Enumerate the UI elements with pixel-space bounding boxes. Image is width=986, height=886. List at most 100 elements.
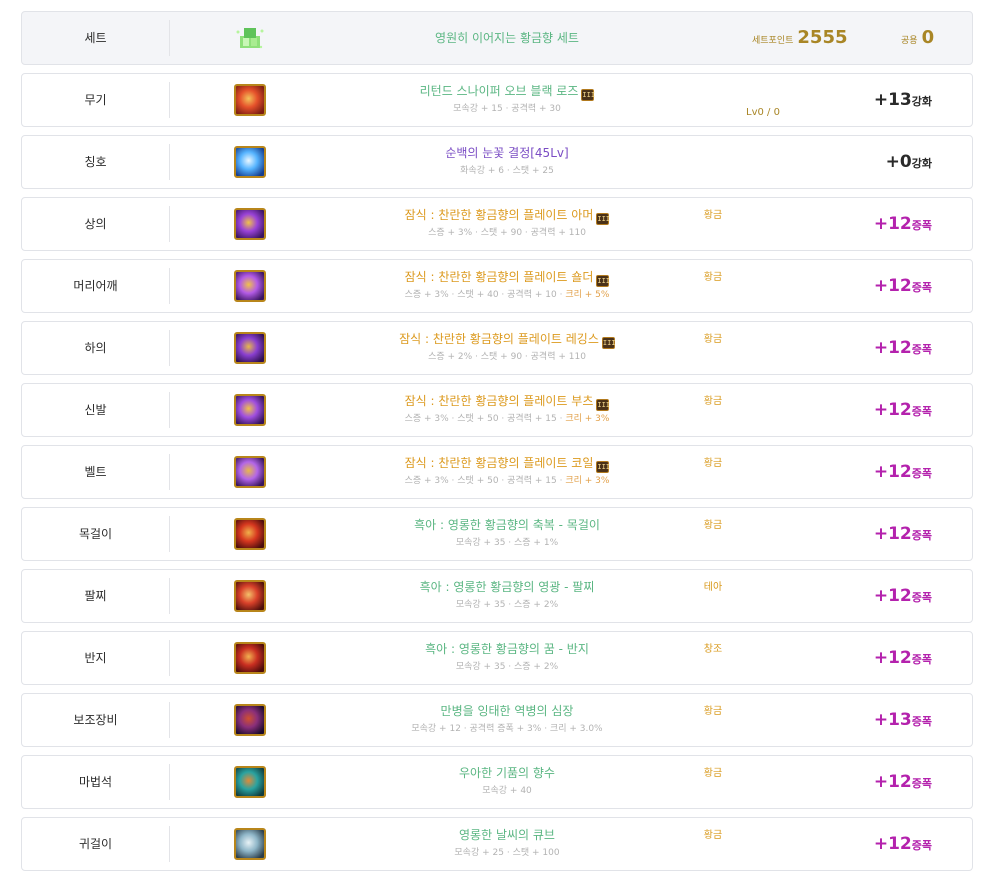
equipment-row[interactable]: 보조장비 만병을 잉태한 역병의 심장 모속강 + 12 · 공격력 증폭 + 3%… — [21, 693, 973, 747]
item-info: 잠식 : 찬란한 황금향의 플레이트 아머 III 스증 + 3% · 스탯 + 9… — [322, 198, 692, 250]
weapon-red-icon[interactable] — [234, 84, 266, 116]
grade-label: 황금 — [703, 706, 723, 717]
divider — [169, 330, 170, 366]
stat-value: 스탯 + 90 — [480, 228, 523, 238]
belt-purple-icon[interactable] — [234, 456, 266, 488]
item-name-text[interactable]: 만병을 잉태한 역병의 심장 — [441, 704, 574, 718]
equipment-row[interactable]: 반지 흑아 : 영롱한 황금향의 꿈 - 반지 모속강 + 35 · 스증 + 2%… — [21, 631, 973, 685]
equipment-row[interactable]: 하의 잠식 : 찬란한 황금향의 플레이트 레깅스 III 스증 + 2% · 스탯 … — [21, 321, 973, 375]
boots-purple-icon[interactable] — [234, 394, 266, 426]
magicstone-teal-icon[interactable] — [234, 766, 266, 798]
enhancement: +12증폭 — [874, 260, 932, 312]
stat-separator: · — [498, 414, 508, 424]
enhancement: +12증폭 — [874, 198, 932, 250]
item-stats: 스증 + 3% · 스탯 + 40 · 공격력 + 10 · 크리 + 5% — [322, 289, 692, 301]
enhancement-type: 강화 — [911, 157, 932, 170]
equipment-row[interactable]: 칭호 순백의 눈꽃 결정[45Lv] 화속강 + 6 · 스탯 + 25 +0강화 — [21, 135, 973, 189]
enhancement-value: +12 — [873, 586, 912, 606]
armor-purple-icon[interactable] — [234, 208, 266, 240]
legs-purple-icon[interactable] — [234, 332, 266, 364]
equipment-row[interactable]: 마법석 우아한 기품의 향수 모속강 + 40 황금 +12증폭 — [21, 755, 973, 809]
enhancement: +12증폭 — [874, 818, 932, 870]
item-name-text[interactable]: 잠식 : 찬란한 황금향의 플레이트 레깅스 — [399, 332, 599, 346]
slot-label: 무기 — [84, 93, 107, 107]
divider — [169, 764, 170, 800]
item-stats: 모속강 + 35 · 스증 + 2% — [322, 599, 692, 611]
item-name-text[interactable]: 흑아 : 영롱한 황금향의 영광 - 팔찌 — [420, 580, 595, 594]
enhancement-value: +0 — [885, 152, 912, 172]
item-name[interactable]: 잠식 : 찬란한 황금향의 플레이트 숄더 III — [322, 269, 692, 287]
item-name-text[interactable]: 순백의 눈꽃 결정[45Lv] — [445, 146, 568, 160]
stat-value: 스탯 + 50 — [457, 476, 499, 486]
equipment-row[interactable]: 신발 잠식 : 찬란한 황금향의 플레이트 부츠 III 스증 + 3% · 스탯 +… — [21, 383, 973, 437]
divider — [169, 268, 170, 304]
equipment-row[interactable]: 무기 리턴드 스나이퍼 오브 블랙 로즈 III 모속강 + 15 · 공격력 + 3… — [21, 73, 973, 127]
divider — [169, 82, 170, 118]
divider — [169, 826, 170, 862]
necklace-red-icon[interactable] — [234, 518, 266, 550]
stat-value: 모속강 + 35 — [455, 662, 506, 672]
item-name-text[interactable]: 흑아 : 영롱한 황금향의 꿈 - 반지 — [425, 642, 589, 656]
equipment-row[interactable]: 머리어깨 잠식 : 찬란한 황금향의 플레이트 숄더 III 스증 + 3% · 스탯… — [21, 259, 973, 313]
item-info: 흑아 : 영롱한 황금향의 축복 - 목걸이 모속강 + 35 · 스증 + 1% — [322, 508, 692, 560]
heart-dark-icon[interactable] — [234, 704, 266, 736]
enhancement-value: +13 — [873, 710, 912, 730]
shoulder-purple-icon[interactable] — [234, 270, 266, 302]
common-count: 공용 0 — [901, 12, 934, 64]
item-name[interactable]: 잠식 : 찬란한 황금향의 플레이트 아머 III — [322, 207, 692, 225]
item-name[interactable]: 잠식 : 찬란한 황금향의 플레이트 레깅스 III — [322, 331, 692, 349]
item-name[interactable]: 우아한 기품의 향수 — [322, 765, 692, 781]
item-name-text[interactable]: 리턴드 스나이퍼 오브 블랙 로즈 — [420, 84, 579, 98]
set-name[interactable]: 영원히 이어지는 황금향 세트 — [322, 12, 692, 64]
item-name[interactable]: 순백의 눈꽃 결정[45Lv] — [322, 145, 692, 161]
item-name[interactable]: 잠식 : 찬란한 황금향의 플레이트 부츠 III — [322, 393, 692, 411]
stat-value: 크리 + 3% — [565, 414, 610, 424]
equipment-row[interactable]: 귀걸이 영롱한 날씨의 큐브 모속강 + 25 · 스탯 + 100 황금 +12증폭 — [21, 817, 973, 871]
stat-separator: · — [541, 724, 550, 734]
stat-value: 모속강 + 35 — [455, 538, 506, 548]
equipment-row[interactable]: 팔찌 흑아 : 영롱한 황금향의 영광 - 팔찌 모속강 + 35 · 스증 + 2… — [21, 569, 973, 623]
enhancement-type: 증폭 — [911, 343, 932, 356]
enhancement-value: +12 — [873, 834, 912, 854]
slot-label: 상의 — [84, 217, 107, 231]
set-point-label: 세트포인트 — [752, 36, 794, 46]
item-name[interactable]: 리턴드 스나이퍼 오브 블랙 로즈 III — [322, 83, 692, 101]
tier-badge: III — [596, 275, 611, 287]
item-name-text[interactable]: 우아한 기품의 향수 — [459, 766, 555, 780]
item-name[interactable]: 흑아 : 영롱한 황금향의 꿈 - 반지 — [322, 641, 692, 657]
set-row[interactable]: 세트 영원히 이어지는 황금향 세트 세트포인트 2555 공용 0 — [21, 11, 973, 65]
item-name[interactable]: 영롱한 날씨의 큐브 — [322, 827, 692, 843]
tier-badge: III — [581, 89, 596, 101]
item-name-text[interactable]: 흑아 : 영롱한 황금향의 축복 - 목걸이 — [414, 518, 600, 532]
earring-cube-icon[interactable] — [234, 828, 266, 860]
item-name-text[interactable]: 잠식 : 찬란한 황금향의 플레이트 코일 — [405, 456, 594, 470]
equipment-row[interactable]: 벨트 잠식 : 찬란한 황금향의 플레이트 코일 III 스증 + 3% · 스탯 +… — [21, 445, 973, 499]
common-label: 공용 — [901, 36, 918, 46]
slot-label: 목걸이 — [78, 527, 113, 541]
item-info: 순백의 눈꽃 결정[45Lv] 화속강 + 6 · 스탯 + 25 — [322, 136, 692, 188]
stat-separator: · — [503, 848, 513, 858]
enhancement: +13증폭 — [874, 694, 932, 746]
item-name[interactable]: 잠식 : 찬란한 황금향의 플레이트 코일 III — [322, 455, 692, 473]
item-name[interactable]: 만병을 잉태한 역병의 심장 — [322, 703, 692, 719]
equipment-row[interactable]: 목걸이 흑아 : 영롱한 황금향의 축복 - 목걸이 모속강 + 35 · 스증 +… — [21, 507, 973, 561]
item-info: 우아한 기품의 향수 모속강 + 40 — [322, 756, 692, 808]
item-name[interactable]: 흑아 : 영롱한 황금향의 축복 - 목걸이 — [322, 517, 692, 533]
item-info: 잠식 : 찬란한 황금향의 플레이트 숄더 III 스증 + 3% · 스탯 + 4… — [322, 260, 692, 312]
title-snow-icon[interactable] — [234, 146, 266, 178]
stat-separator: · — [505, 662, 515, 672]
item-info: 흑아 : 영롱한 황금향의 꿈 - 반지 모속강 + 35 · 스증 + 2% — [322, 632, 692, 684]
slot-label: 신발 — [84, 403, 107, 417]
enhancement-type: 증폭 — [911, 715, 932, 728]
item-name-text[interactable]: 잠식 : 찬란한 황금향의 플레이트 부츠 — [405, 394, 594, 408]
enhancement-type: 증폭 — [911, 529, 932, 542]
enhancement-type: 증폭 — [911, 219, 932, 232]
stat-separator: · — [460, 724, 470, 734]
item-name[interactable]: 흑아 : 영롱한 황금향의 영광 - 팔찌 — [322, 579, 692, 595]
item-name-text[interactable]: 영롱한 날씨의 큐브 — [459, 828, 555, 842]
item-name-text[interactable]: 잠식 : 찬란한 황금향의 플레이트 아머 — [405, 208, 594, 222]
ring-red-icon[interactable] — [234, 642, 266, 674]
equipment-row[interactable]: 상의 잠식 : 찬란한 황금향의 플레이트 아머 III 스증 + 3% · 스탯 +… — [21, 197, 973, 251]
bracelet-red-icon[interactable] — [234, 580, 266, 612]
item-name-text[interactable]: 잠식 : 찬란한 황금향의 플레이트 숄더 — [405, 270, 594, 284]
